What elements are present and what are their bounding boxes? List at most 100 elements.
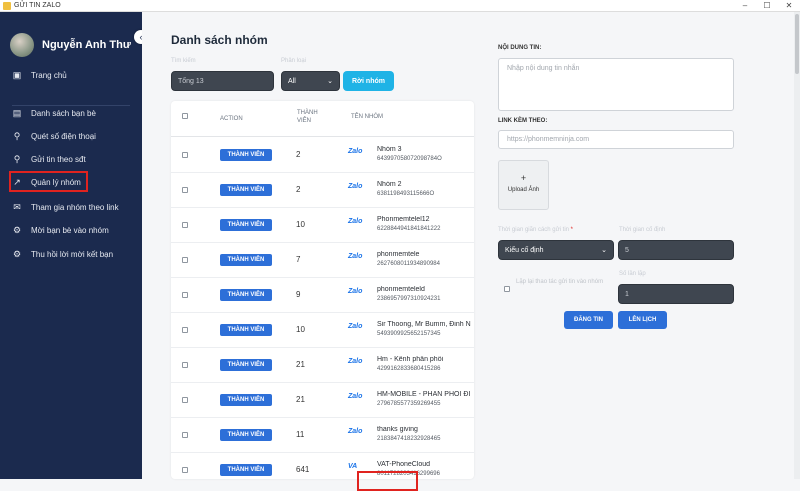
schedule-button[interactable]: LÊN LỊCH [618,311,667,329]
member-count: 21 [296,395,305,404]
group-id: 6381198493115666O [377,191,435,197]
group-logo: Zalo [348,253,363,260]
group-name: phonmemtele [377,251,420,258]
repeat-check-label: Lặp lại thao tác gửi tin vào nhóm [516,279,604,285]
members-button[interactable]: THÀNH VIÊN [220,254,272,266]
interval-seconds-input[interactable]: 5 [618,240,734,260]
leave-group-button[interactable]: Rời nhóm [343,71,394,91]
member-count: 9 [296,290,301,299]
filter-label: Phân loại [281,58,307,64]
scrollbar[interactable] [794,12,800,479]
table-row: THÀNH VIÊN 641 VA VAT-PhoneCloud 80117282034… [171,453,474,479]
group-id: 2796785577359269455 [377,401,441,407]
maximize-icon[interactable]: ☐ [756,1,778,10]
row-checkbox[interactable] [182,257,188,263]
group-logo: Zalo [348,218,363,225]
group-name: phonmemteleld [377,286,425,293]
row-checkbox[interactable] [182,467,188,473]
link-placeholder: https://phonmemninja.com [507,136,590,143]
sidebar-item-home[interactable]: ▣ Trang chủ [12,67,67,83]
members-button[interactable]: THÀNH VIÊN [220,289,272,301]
select-value: All [288,77,296,85]
row-checkbox[interactable] [182,152,188,158]
members-button[interactable]: THÀNH VIÊN [220,464,272,476]
repeat-count-input[interactable]: 1 [618,284,734,304]
upload-label: Upload Ảnh [507,187,540,193]
avatar[interactable] [10,33,34,57]
header-members-2: VIÊN [297,118,312,124]
scrollbar-thumb[interactable] [795,14,799,74]
sidebar-item-label: Gửi tin theo sđt [31,154,86,164]
member-count: 10 [296,220,305,229]
group-id: 6228844941841841222 [377,226,441,232]
row-checkbox[interactable] [182,292,188,298]
search-icon: ⚲ [13,131,21,141]
sidebar-item-invite-friends[interactable]: ⚙ Mời bạn bè vào nhóm [12,222,109,238]
required-mark: * [570,227,574,233]
message-textarea[interactable]: Nhập nội dung tin nhắn [498,58,734,111]
plus-icon: + [520,173,527,183]
group-logo: Zalo [348,428,363,435]
header-action: ACTION [220,116,243,122]
close-icon[interactable]: ✕ [778,1,800,10]
link-input[interactable]: https://phonmemninja.com [498,130,734,149]
total-field[interactable]: Tổng 13 [171,71,274,91]
row-checkbox[interactable] [182,222,188,228]
minimize-icon[interactable]: – [734,1,756,10]
member-count: 10 [296,325,305,334]
header-members-1: THÀNH [297,110,318,116]
window-titlebar: GỬI TIN ZALO – ☐ ✕ [0,0,800,12]
table-row: THÀNH VIÊN 21 Zalo HM-MOBILE - PHÂN PHỐI ĐI… [171,383,474,418]
row-checkbox[interactable] [182,327,188,333]
sidebar-item-send-by-phone[interactable]: ⚲ Gửi tin theo sđt [12,151,86,167]
members-button[interactable]: THÀNH VIÊN [220,149,272,161]
repeat-checkbox[interactable] [504,286,510,292]
interval-seconds-value: 5 [625,246,629,254]
settings-icon: ⚙ [12,225,22,235]
members-button[interactable]: THÀNH VIÊN [220,219,272,231]
sidebar-item-revoke-invites[interactable]: ⚙ Thu hồi lời mời kết bạn [12,246,113,262]
interval-type-select[interactable]: Kiểu cố định ⌄ [498,240,614,260]
main-content: Danh sách nhóm Tìm kiếm Tổng 13 Phân loạ… [142,12,800,491]
table-row: THÀNH VIÊN 7 Zalo phonmemtele 26276080119348… [171,243,474,278]
group-logo: Zalo [348,323,363,330]
sidebar-item-label: Danh sách bạn bè [31,108,96,118]
sidebar-item-friend-list[interactable]: ▤ Danh sách bạn bè [12,105,96,121]
post-button[interactable]: ĐĂNG TIN [564,311,613,329]
upload-image-button[interactable]: + Upload Ảnh [498,160,549,210]
sidebar: Nguyễn Anh Thư ‹ ▣ Trang chủ ▤ Danh sách… [0,12,148,479]
members-button[interactable]: THÀNH VIÊN [220,324,272,336]
interval-seconds-label: Thời gian cố định [619,227,666,233]
sidebar-item-scan-phone[interactable]: ⚲ Quét số điện thoại [12,128,96,144]
repeat-count-value: 1 [625,290,629,298]
group-filter-select[interactable]: All ⌄ [281,71,340,91]
interval-type-label: Thời gian giãn cách gửi tin * [498,227,573,233]
members-button[interactable]: THÀNH VIÊN [220,394,272,406]
link-label: LINK KÈM THEO: [498,118,548,124]
members-button[interactable]: THÀNH VIÊN [220,359,272,371]
content-label: NỘI DUNG TIN: [498,45,542,51]
member-count: 2 [296,185,301,194]
table-row: THÀNH VIÊN 10 Zalo Phonmemtelel12 6228844941… [171,208,474,243]
group-name: Nhóm 2 [377,181,402,188]
highlight-box [9,171,88,192]
group-logo: Zalo [348,148,363,155]
members-button[interactable]: THÀNH VIÊN [220,429,272,441]
group-id: 4299162833680415286 [377,366,441,372]
group-id: 2386957997310924231 [377,296,441,302]
table-row: THÀNH VIÊN 11 Zalo thanks giving 21838474182… [171,418,474,453]
group-logo: Zalo [348,288,363,295]
sidebar-item-join-by-link[interactable]: ✉ Tham gia nhóm theo link [12,199,118,215]
select-all-checkbox[interactable] [182,113,188,119]
row-checkbox[interactable] [182,432,188,438]
mail-icon: ✉ [13,202,21,212]
chevron-down-icon: ⌄ [601,247,607,254]
app-icon [3,1,11,10]
row-checkbox[interactable] [182,397,188,403]
members-button[interactable]: THÀNH VIÊN [220,184,272,196]
table-row: THÀNH VIÊN 10 Zalo Sir Thoong, Mr Bumm, Đin… [171,313,474,348]
row-checkbox[interactable] [182,362,188,368]
row-checkbox[interactable] [182,187,188,193]
sidebar-item-label: Thu hồi lời mời kết bạn [31,249,114,259]
member-count: 21 [296,360,305,369]
